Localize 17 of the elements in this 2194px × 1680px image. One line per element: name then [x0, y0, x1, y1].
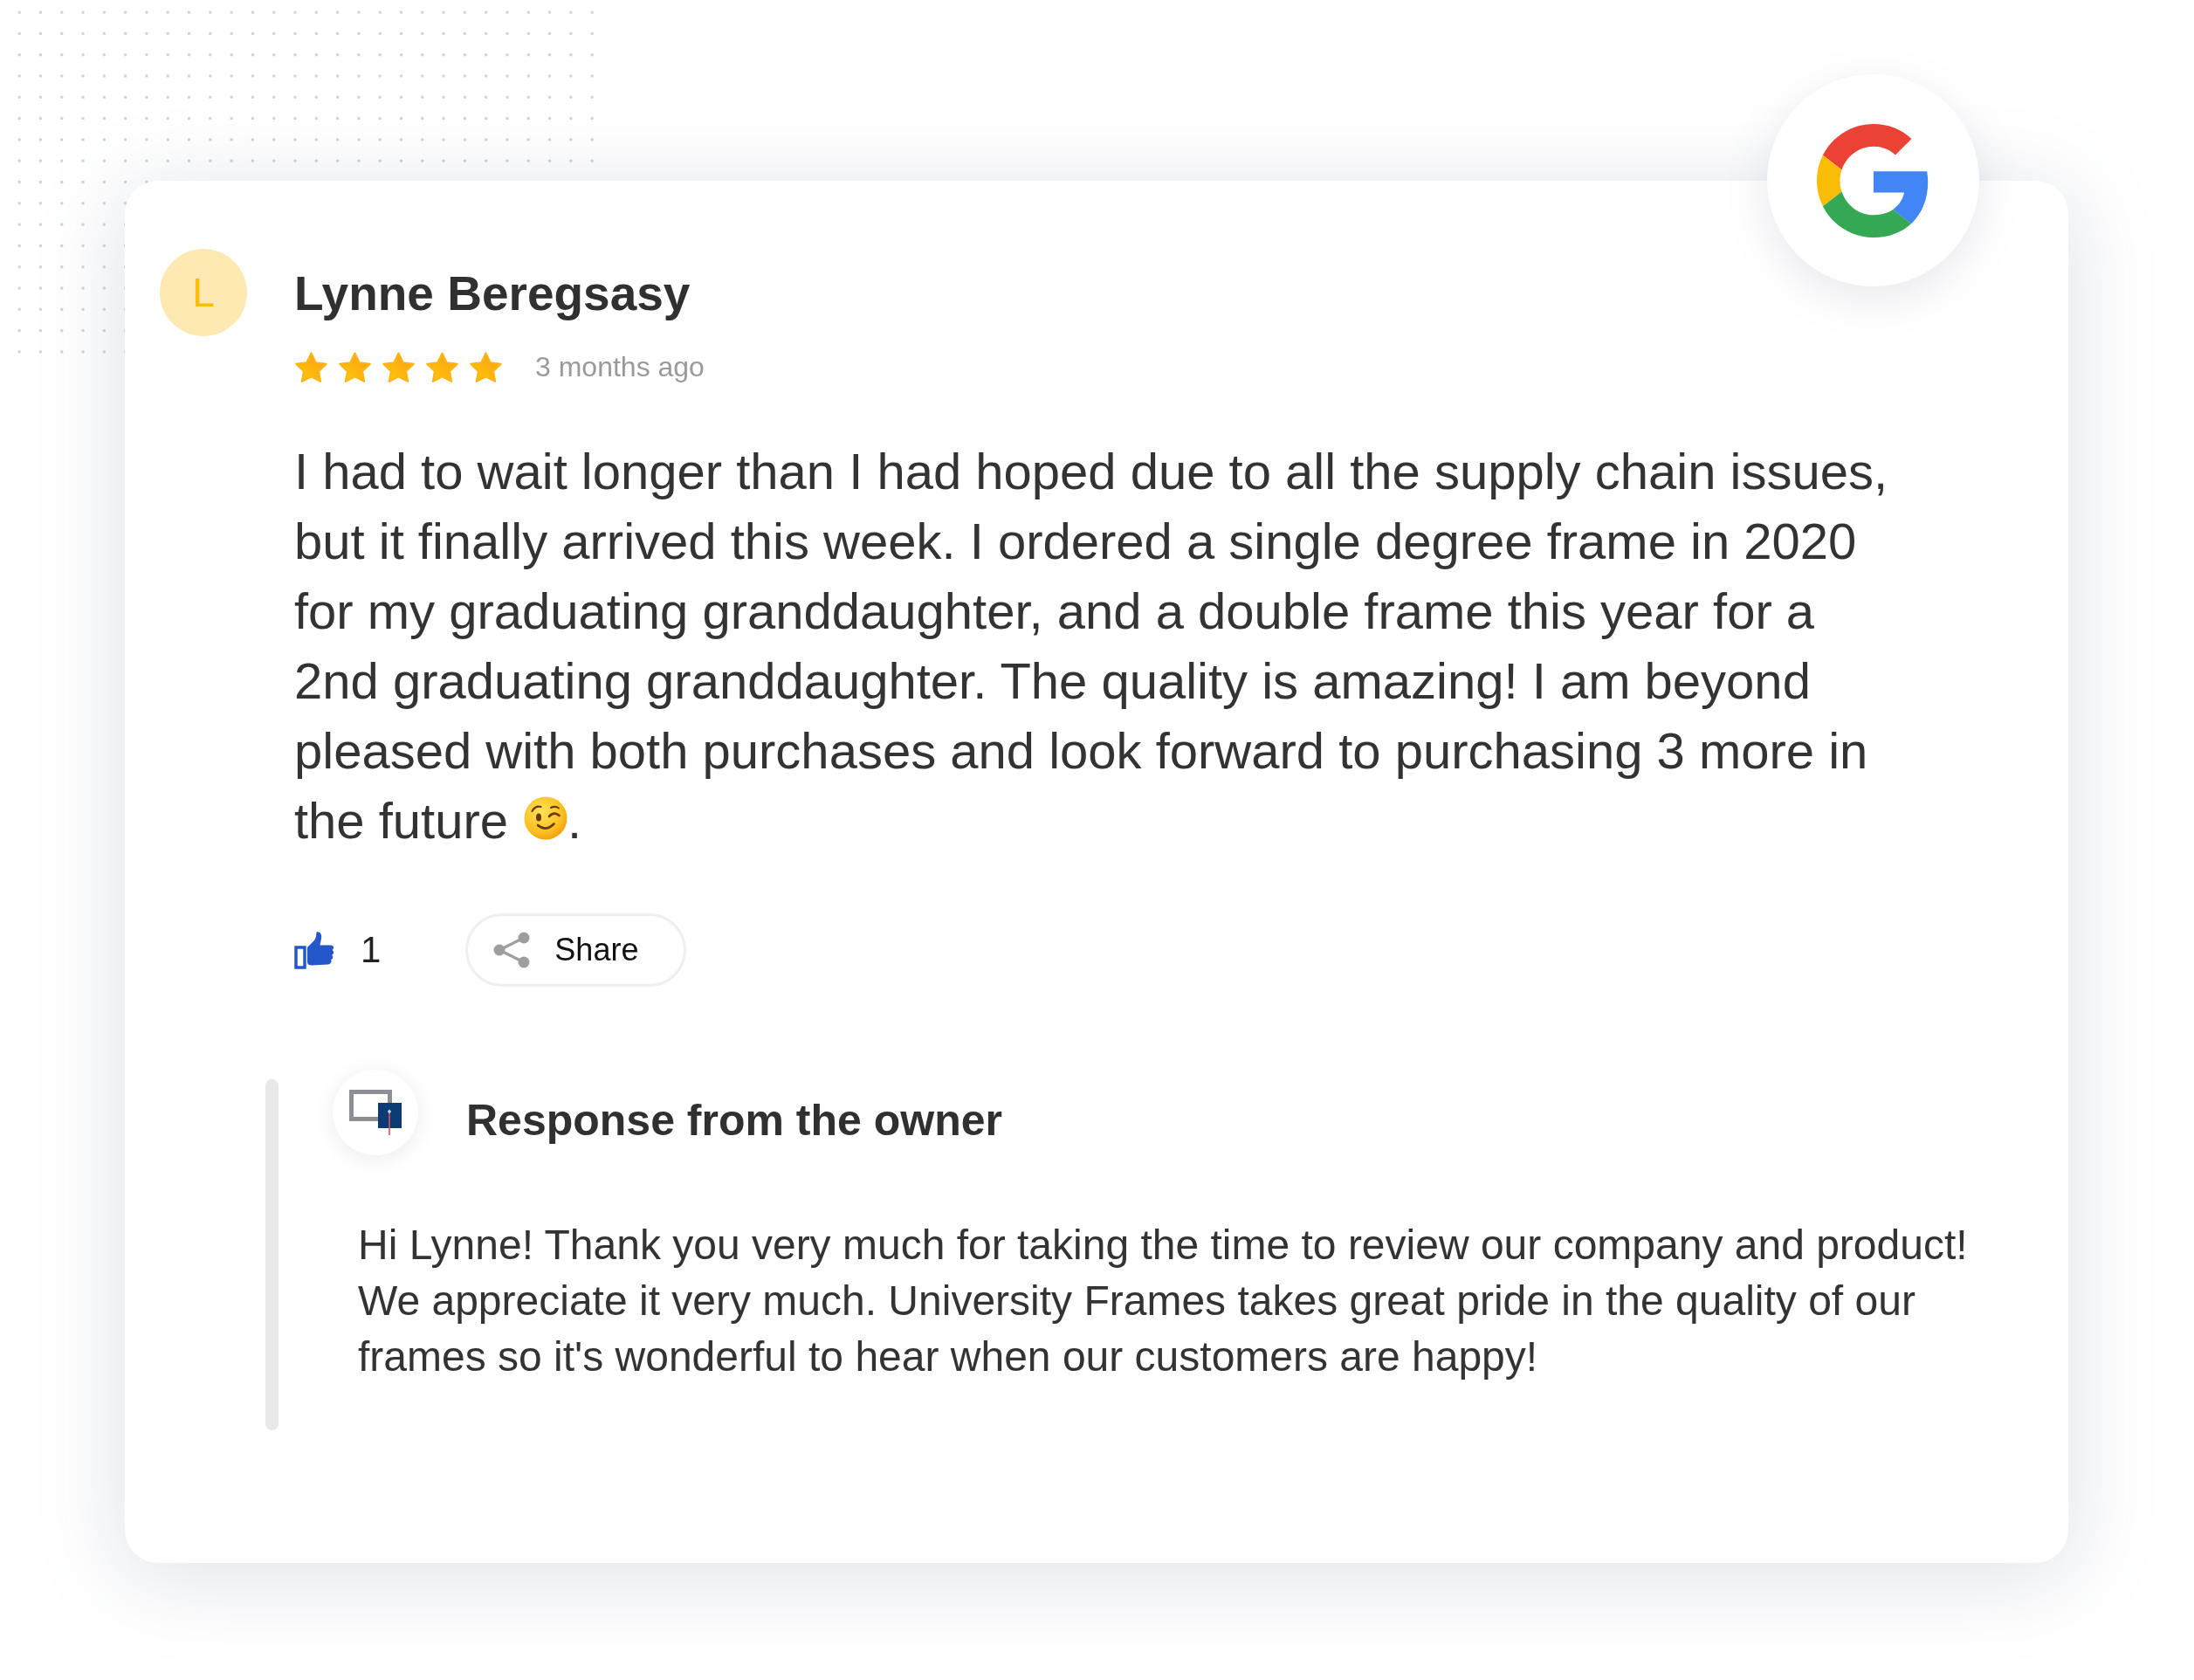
star-icon: [294, 350, 328, 384]
like-button[interactable]: 1: [294, 929, 382, 971]
star-icon: [338, 350, 372, 384]
period-text: .: [567, 792, 582, 849]
star-icon: [469, 350, 503, 384]
reviewer-name: Lynne Beregsasy: [294, 266, 691, 320]
review-text-end: the future: [294, 792, 509, 849]
winking-face-icon: [524, 796, 568, 840]
star-icon: [382, 350, 416, 384]
share-button[interactable]: Share: [465, 913, 687, 987]
review-time: 3 months ago: [535, 350, 705, 384]
response-text: Hi Lynne! Thank you very much for taking the time to review our company and product! We appreciate it very much. University Frames takes great pride in the quality of our frames so it's wonderful to hear when our customers are happy!: [358, 1221, 1969, 1381]
share-icon: [493, 932, 531, 968]
thumbs-up-icon: [294, 931, 334, 969]
star-icon: [425, 350, 459, 384]
response-title: Response from the owner: [466, 1095, 1002, 1146]
reviewer-avatar: L: [160, 249, 247, 336]
